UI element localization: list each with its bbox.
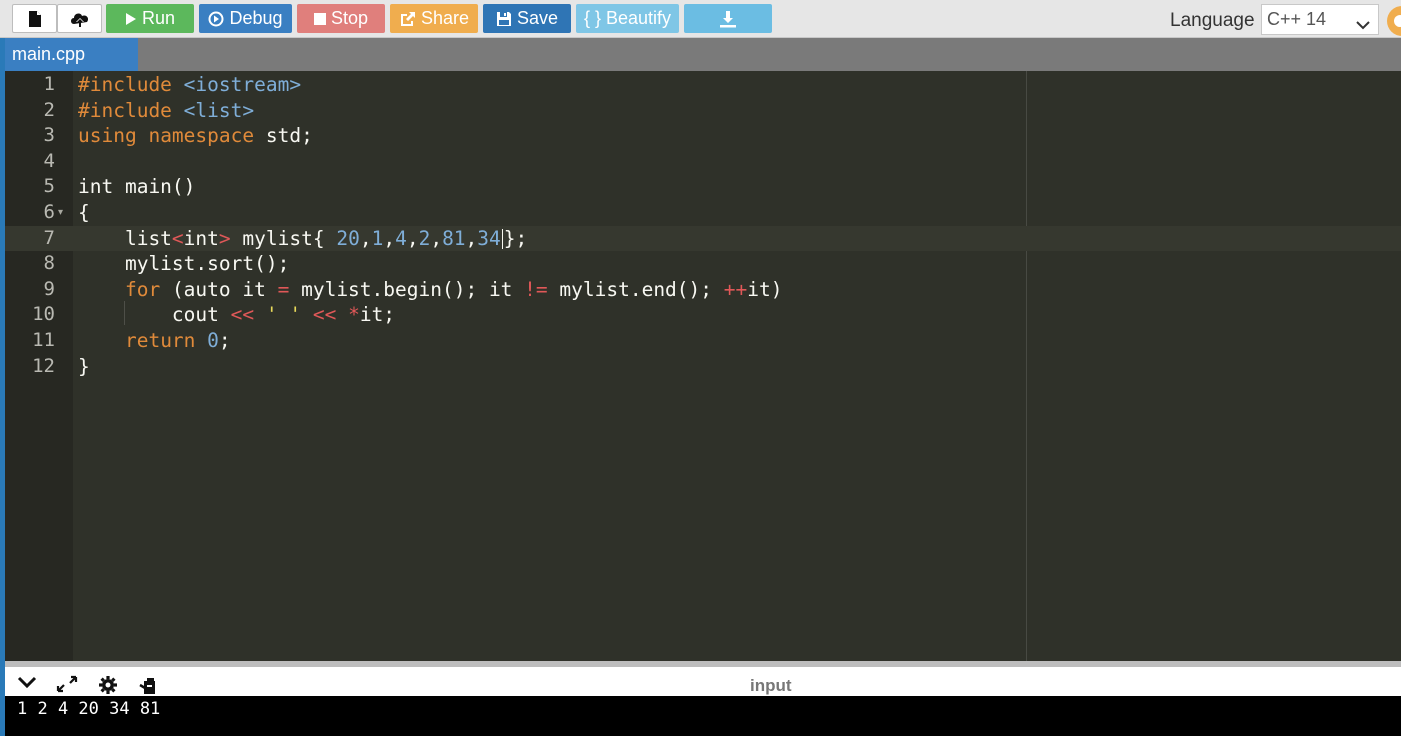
share-label: Share [420, 8, 470, 28]
play-icon [125, 12, 137, 26]
line-number: 3 [43, 124, 55, 147]
output-toolbar: input [5, 661, 1401, 696]
line-number: 4 [43, 149, 55, 172]
top-toolbar: Run Debug Stop Share Save { } Beautify L… [0, 0, 1401, 38]
beautify-button[interactable]: { } Beautify [576, 4, 679, 33]
code-line[interactable]: 5 int main() [5, 174, 1401, 200]
line-number: 6 [43, 201, 55, 223]
debug-label: Debug [229, 8, 283, 28]
debug-button[interactable]: Debug [199, 4, 292, 33]
code-text: list<int> mylist{ 20,1,4,2,81,34}; [78, 226, 528, 250]
language-value: C++ 14 [1267, 9, 1327, 29]
fold-arrow-icon[interactable]: ▾ [58, 200, 63, 226]
code-line[interactable]: 4 [5, 149, 1401, 175]
theme-toggle[interactable] [1387, 6, 1401, 36]
input-label: input [750, 676, 792, 695]
code-line[interactable]: 9 for (auto it = mylist.begin(); it != m… [5, 277, 1401, 303]
code-line[interactable]: 1 #include <iostream> [5, 72, 1401, 98]
new-file-icon [28, 10, 42, 28]
chevron-down-icon [1356, 14, 1370, 35]
file-tab-bar: main.cpp [5, 38, 1401, 71]
collapse-chevron-icon[interactable] [17, 675, 37, 694]
code-text: for (auto it = mylist.begin(); it != myl… [124, 277, 783, 301]
cloud-upload-icon [69, 10, 91, 28]
download-icon [719, 10, 737, 28]
code-line[interactable]: 11 return 0; [5, 328, 1401, 354]
save-label: Save [516, 8, 559, 28]
expand-arrows-icon[interactable] [56, 675, 78, 698]
language-label: Language [1170, 10, 1255, 31]
code-text: { [78, 201, 90, 224]
code-line[interactable]: 12 } [5, 354, 1401, 380]
floppy-disk-icon [496, 11, 512, 27]
code-text: cout << ' ' << *it; [78, 303, 396, 327]
line-number: 8 [43, 252, 55, 275]
code-text: #include <iostream> [78, 73, 302, 96]
tab-main-cpp[interactable]: main.cpp [5, 38, 138, 71]
code-text: mylist.sort(); [78, 252, 290, 276]
run-label: Run [141, 8, 176, 28]
share-icon [399, 11, 416, 27]
code-text: #include <list> [78, 98, 255, 122]
line-number: 7 [43, 226, 55, 249]
line-number: 5 [43, 175, 55, 198]
code-editor[interactable]: 1 #include <iostream> 2 #include <list> … [5, 71, 1401, 661]
stop-label: Stop [330, 8, 369, 28]
code-line[interactable]: 8 mylist.sort(); [5, 251, 1401, 277]
line-number: 11 [32, 329, 55, 351]
upload-button[interactable] [57, 4, 102, 33]
code-line[interactable]: 2 #include <list> [5, 98, 1401, 124]
code-line[interactable]: 6 ▾ { [5, 200, 1401, 226]
line-number: 2 [43, 98, 55, 121]
line-number: 9 [43, 277, 55, 300]
code-line[interactable]: 10 cout << ' ' << *it; [5, 302, 1401, 328]
indent-guide [124, 301, 125, 325]
line-number: 12 [32, 354, 55, 377]
debug-circle-icon [208, 11, 224, 27]
run-button[interactable]: Run [106, 4, 194, 33]
code-text: int main() [78, 175, 196, 199]
line-number: 1 [43, 73, 55, 95]
save-button[interactable]: Save [483, 4, 571, 33]
code-text: using namespace std; [78, 124, 313, 148]
code-line-active[interactable]: 7 list<int> mylist{ 20,1,4,2,81,34}; [5, 225, 1401, 252]
output-console[interactable]: 1 2 4 20 34 81 [5, 696, 1401, 736]
share-button[interactable]: Share [390, 4, 478, 33]
download-button[interactable] [684, 4, 772, 33]
text-cursor [501, 229, 503, 250]
code-line[interactable]: 3 using namespace std; [5, 123, 1401, 149]
line-number: 10 [32, 303, 55, 326]
stop-button[interactable]: Stop [297, 4, 385, 33]
stop-square-icon [313, 12, 326, 25]
code-text: return 0; [124, 329, 231, 352]
code-text: } [78, 354, 90, 378]
new-file-button[interactable] [12, 4, 57, 33]
language-select[interactable]: C++ 14 [1261, 4, 1379, 35]
beautify-label: { } Beautify [583, 8, 672, 28]
